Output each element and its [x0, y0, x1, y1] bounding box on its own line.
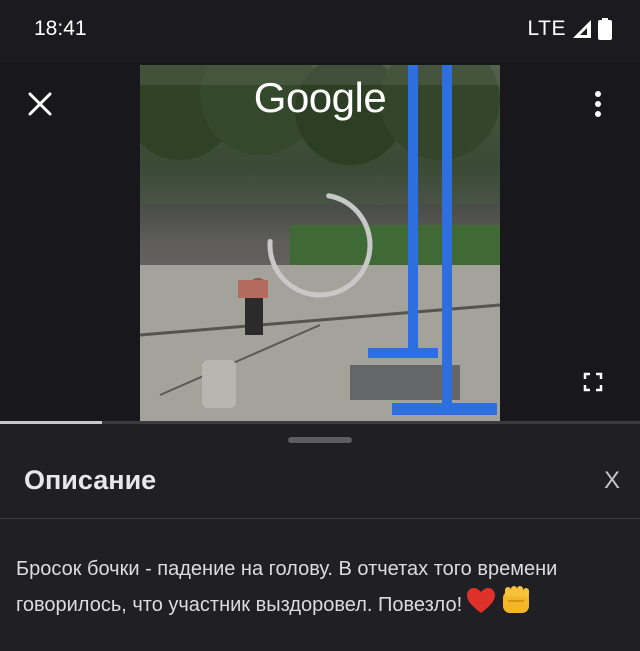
status-bar: 18:41 LTE	[0, 0, 640, 62]
status-time: 18:41	[34, 17, 87, 40]
sheet-title: Описание	[24, 465, 157, 495]
battery-icon	[598, 18, 612, 40]
more-vert-icon	[595, 91, 601, 117]
status-icons: LTE	[528, 17, 612, 41]
more-options-button[interactable]	[578, 84, 618, 124]
video-progress-fill	[0, 421, 103, 424]
sheet-close-button[interactable]: X	[598, 467, 626, 495]
loading-spinner-icon	[267, 192, 373, 298]
red-heart-emoji	[467, 588, 496, 613]
sheet-drag-handle[interactable]	[288, 437, 352, 443]
fullscreen-icon	[583, 372, 603, 392]
video-progress-bar[interactable]	[0, 421, 640, 424]
google-logo: Google	[253, 74, 387, 121]
fist-emoji	[503, 586, 530, 613]
fullscreen-button[interactable]	[578, 367, 608, 397]
close-icon	[28, 92, 52, 116]
video-player[interactable]: Google	[0, 62, 640, 422]
network-type: LTE	[527, 17, 566, 40]
description-sheet: Описание X Бросок бочки - падение на гол…	[0, 425, 640, 651]
signal-icon	[573, 20, 591, 38]
description-text: Бросок бочки - падение на голову. В отче…	[16, 553, 576, 621]
close-button[interactable]	[20, 84, 60, 124]
sheet-divider	[0, 518, 640, 519]
